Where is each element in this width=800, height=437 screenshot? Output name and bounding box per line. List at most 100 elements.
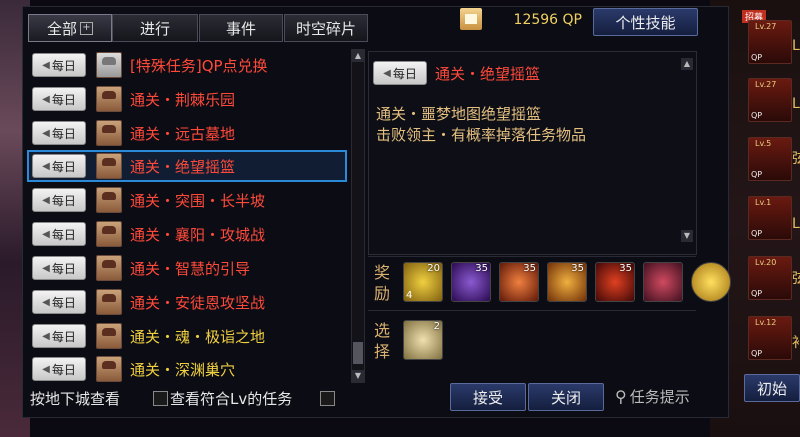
daily-badge-label: 每日 <box>51 92 76 107</box>
detail-line: 击败领主・有概率掉落任务物品 <box>376 126 587 144</box>
scrollbar-thumb[interactable] <box>353 342 363 364</box>
npc-avatar <box>96 86 122 112</box>
daily-badge: ◀ 每日 <box>32 256 86 280</box>
side-text: L <box>792 38 800 54</box>
npc-avatar <box>96 187 122 213</box>
quest-name: 通关・深渊巢穴 <box>130 360 236 379</box>
quest-row[interactable]: ◀ 每日 通关・安徒恩攻坚战 <box>28 287 346 317</box>
expand-plus-icon[interactable]: + <box>80 21 93 35</box>
daily-badge: ◀ 每日 <box>32 87 86 111</box>
fire-weapon-icon[interactable]: 35 <box>499 262 539 302</box>
choice-items: 2 <box>403 320 443 360</box>
npc-avatar <box>96 221 122 247</box>
quest-row[interactable]: ◀ 每日 通关・襄阳・攻城战 <box>28 219 346 249</box>
quest-name: 通关・荆棘乐园 <box>130 90 236 109</box>
daily-badge: ◀ 每日 <box>32 290 86 314</box>
side-text: L <box>792 216 800 232</box>
gold-armor-icon[interactable]: 35 <box>547 262 587 302</box>
divider <box>368 256 696 257</box>
quest-hint[interactable]: ⚲ 任务提示 <box>615 386 690 407</box>
quest-row[interactable]: ◀ 每日 通关・荆棘乐园 <box>28 84 346 114</box>
detail-description: 通关・噩梦地图绝望摇篮 击败领主・有概率掉落任务物品 <box>376 104 586 146</box>
daily-badge-label: 每日 <box>51 329 76 344</box>
skill-slot[interactable]: Lv.5 QP <box>748 137 792 181</box>
npc-avatar <box>96 52 122 78</box>
purple-orb-icon[interactable]: 35 <box>451 262 491 302</box>
scroll-down-arrow-icon[interactable]: ▼ <box>681 230 693 242</box>
detail-title: 通关・绝望摇篮 <box>435 64 541 83</box>
dungeon-view-label: 按地下城查看 <box>30 390 121 408</box>
detail-line: 通关・噩梦地图绝望摇篮 <box>376 105 542 123</box>
init-button[interactable]: 初始 <box>744 374 800 402</box>
divider <box>368 310 696 311</box>
quest-row[interactable]: ◀ 每日 通关・远古墓地 <box>28 118 346 148</box>
speaker-icon: ◀ <box>42 93 50 105</box>
quest-row[interactable]: ◀ 每日 [特殊任务]QP点兑换 <box>28 50 346 80</box>
tab-time-fragments[interactable]: 时空碎片 <box>284 14 368 42</box>
quest-name: 通关・安徒恩攻坚战 <box>130 293 266 312</box>
daily-badge: ◀ 每日 <box>32 53 86 77</box>
quest-row[interactable]: ◀ 每日 通关・智慧的引导 <box>28 253 346 283</box>
daily-badge-label: 每日 <box>51 159 76 174</box>
accept-button[interactable]: 接受 <box>450 383 526 411</box>
quest-name: 通关・远古墓地 <box>130 124 236 143</box>
filter-lv-label: 查看符合Lv的任务 <box>170 390 293 408</box>
daily-badge: ◀ 每日 <box>32 121 86 145</box>
tab-all[interactable]: 全部 + <box>28 14 112 42</box>
gold-bar-icon[interactable]: 20 4 <box>403 262 443 302</box>
side-text: 弦 <box>792 151 800 167</box>
red-orb-icon[interactable]: 35 <box>595 262 635 302</box>
select-label: 选择 <box>373 321 390 361</box>
skill-slot[interactable]: Lv.20 QP <box>748 256 792 300</box>
quest-name: [特殊任务]QP点兑换 <box>130 56 268 75</box>
quest-row[interactable]: ◀ 每日 通关・突围・长半坡 <box>28 185 346 215</box>
daily-badge-label: 每日 <box>51 126 76 141</box>
location-pin-icon: ⚲ <box>615 387 627 406</box>
gold-coin-icon[interactable] <box>691 262 731 302</box>
quest-list-scrollbar[interactable]: ▲ ▼ <box>351 49 365 383</box>
npc-avatar <box>96 120 122 146</box>
quest-row[interactable]: ◀ 每日 通关・深渊巢穴 <box>28 354 346 384</box>
tab-all-label: 全部 <box>46 19 77 38</box>
tab-in-progress[interactable]: 进行 <box>112 14 198 42</box>
npc-avatar <box>96 255 122 281</box>
skill-slot[interactable]: Lv.27 QP <box>748 78 792 122</box>
tab-in-progress-label: 进行 <box>139 19 170 38</box>
extra-checkbox[interactable] <box>320 391 335 406</box>
scroll-up-arrow-icon[interactable]: ▲ <box>352 50 364 62</box>
quest-name: 通关・襄阳・攻城战 <box>130 225 266 244</box>
skill-slot[interactable]: Lv.27 QP <box>748 20 792 64</box>
close-button[interactable]: 关闭 <box>528 383 604 411</box>
quest-name: 通关・智慧的引导 <box>130 259 251 278</box>
daily-badge: ◀ 每日 <box>32 154 86 178</box>
detail-scrollbar[interactable]: ▲ ▼ <box>681 58 693 244</box>
daily-badge-label: 每日 <box>51 362 76 377</box>
quest-row-selected[interactable]: ◀ 每日 通关・绝望摇篮 <box>27 150 347 182</box>
side-text: 补 <box>792 335 800 351</box>
npc-avatar <box>96 356 122 382</box>
speaker-icon: ◀ <box>42 59 50 71</box>
scroll-down-arrow-icon[interactable]: ▼ <box>352 370 364 382</box>
filter-lv-checkbox[interactable] <box>153 391 168 406</box>
tab-events[interactable]: 事件 <box>199 14 283 42</box>
daily-badge: ◀ 每日 <box>32 324 86 348</box>
skill-slot[interactable]: Lv.1 QP <box>748 196 792 240</box>
quest-list: ◀ 每日 [特殊任务]QP点兑换 ◀ 每日 通关・荆棘乐园 ◀ 每日 通关・远古墓地 … <box>27 48 348 384</box>
scroll-icon[interactable]: 2 <box>403 320 443 360</box>
speaker-icon: ◀ <box>383 67 391 79</box>
treasure-chest-icon[interactable] <box>643 262 683 302</box>
daily-badge: ◀ 每日 <box>373 61 427 85</box>
speaker-icon: ◀ <box>42 296 50 308</box>
daily-badge-label: 每日 <box>51 227 76 242</box>
npc-avatar <box>96 323 122 349</box>
speaker-icon: ◀ <box>42 228 50 240</box>
personal-skill-button[interactable]: 个性技能 <box>593 8 698 36</box>
quest-row[interactable]: ◀ 每日 通关・魂・极诣之地 <box>28 321 346 351</box>
quest-hint-label: 任务提示 <box>629 388 690 406</box>
skill-slot[interactable]: Lv.12 QP <box>748 316 792 360</box>
qp-clipboard-icon <box>460 8 482 30</box>
scroll-up-arrow-icon[interactable]: ▲ <box>681 58 693 70</box>
quest-name: 通关・绝望摇篮 <box>130 157 236 176</box>
daily-badge-label: 每日 <box>51 58 76 73</box>
speaker-icon: ◀ <box>42 160 50 172</box>
